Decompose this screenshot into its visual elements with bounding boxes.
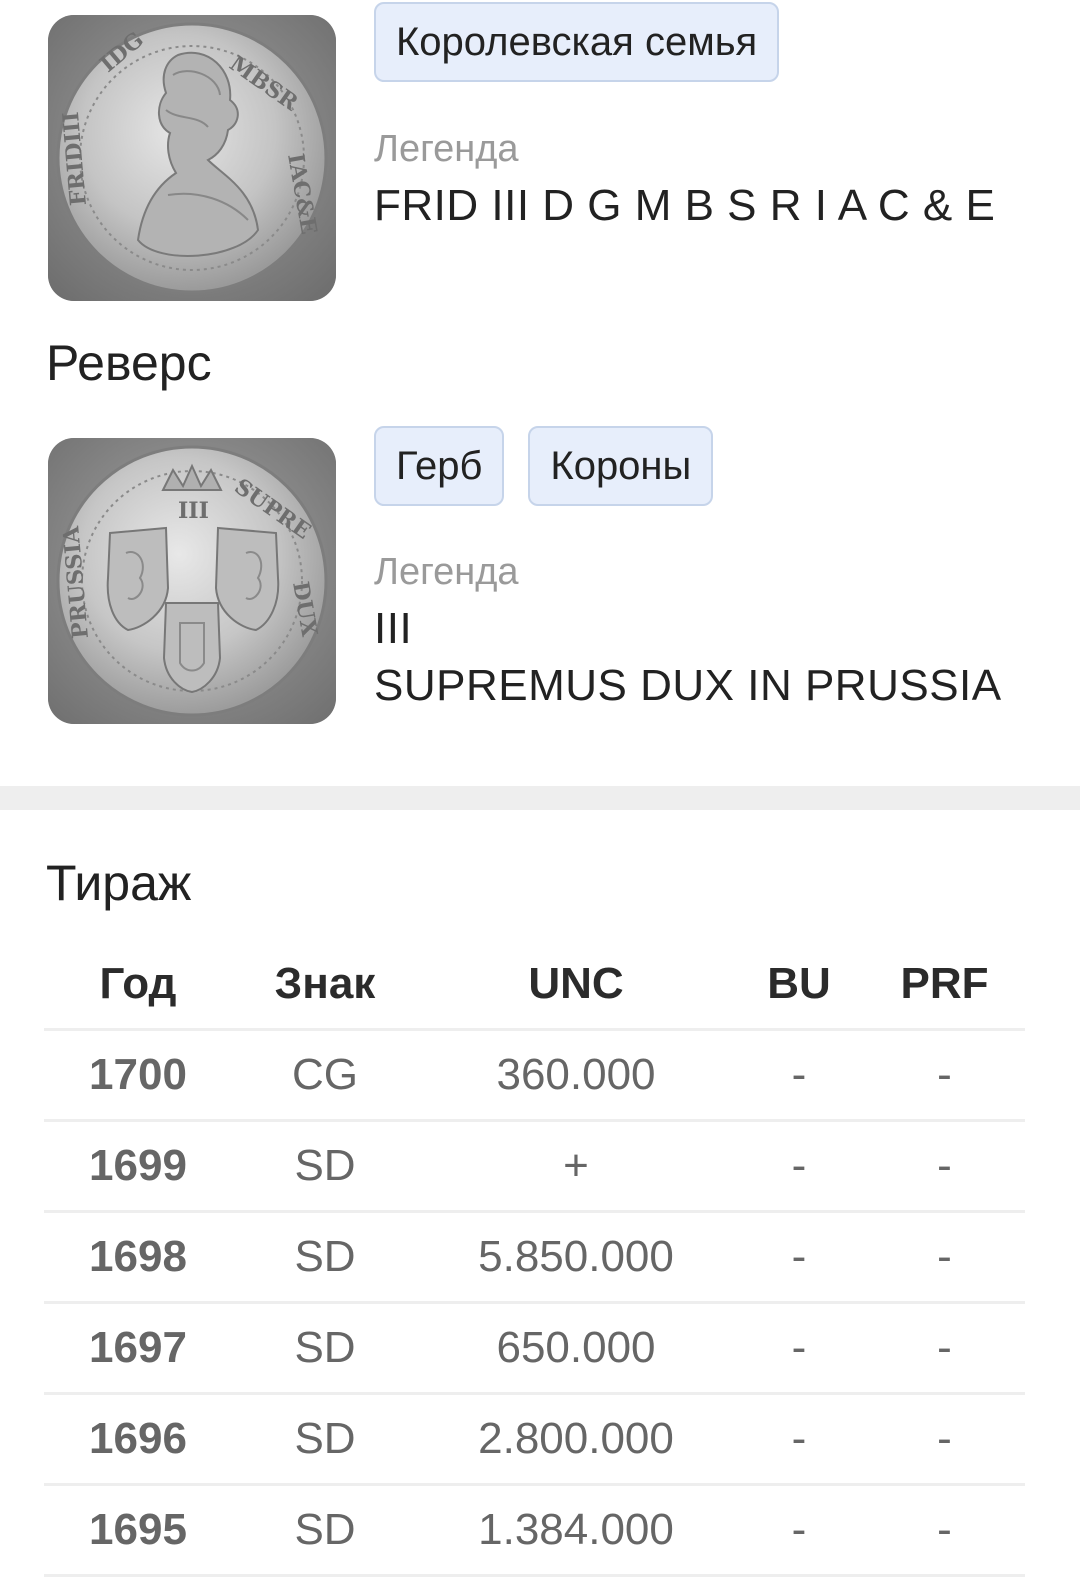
cell-bu: - [791,1232,807,1281]
reverse-legend-line: III [374,604,413,653]
cell-prf: - [937,1323,952,1372]
cell-year: 1695 [89,1505,187,1554]
column-header-year: Год [99,959,177,1008]
reverse-coin-image[interactable]: III SUPRE DUX PRUSSIA [48,438,336,724]
table-row: 1700 CG 360.000 - - [44,1031,1025,1122]
obverse-tag-list: Королевская семья [374,2,1040,82]
cell-year: 1700 [89,1050,187,1099]
cell-mint-mark: SD [294,1505,356,1554]
svg-text:III: III [178,498,209,524]
cell-unc: 1.384.000 [478,1505,674,1554]
mintage-table: Год Знак UNC BU PRF 1700 CG 360.000 - - 1699 SD + - -… [44,940,1025,1577]
cell-prf: - [937,1414,952,1463]
cell-bu: - [791,1050,807,1099]
table-row: 1699 SD + - - [44,1122,1025,1213]
cell-unc: 650.000 [496,1323,656,1372]
obverse-legend-text: FRID III D G M B S R I A C & E [374,177,1040,234]
cell-bu: - [791,1505,807,1554]
cell-bu: - [791,1323,807,1372]
cell-mint-mark: SD [294,1232,356,1281]
coin-detail-page: IDG MBSR IAC&E FRIDIII Королевская семья… [0,0,1080,1584]
cell-unc: 2.800.000 [478,1414,674,1463]
obverse-tag[interactable]: Королевская семья [374,2,780,82]
column-header-mint-mark: Знак [274,959,376,1008]
cell-unc: 5.850.000 [478,1232,674,1281]
column-header-prf: PRF [900,959,989,1008]
table-header-row: Год Знак UNC BU PRF [44,940,1025,1031]
cell-prf: - [937,1141,952,1190]
cell-prf: - [937,1050,952,1099]
reverse-legend-line: SUPREMUS DUX IN PRUSSIA [374,661,1002,710]
table-row: 1698 SD 5.850.000 - - [44,1213,1025,1304]
reverse-coin-picture: III SUPRE DUX PRUSSIA [48,438,336,724]
obverse-legend-line: FRID III D G M B S R I A C & E [374,181,996,230]
cell-mint-mark: SD [294,1141,356,1190]
reverse-tag[interactable]: Короны [528,426,714,506]
cell-mint-mark: CG [292,1050,358,1099]
table-row: 1697 SD 650.000 - - [44,1304,1025,1395]
table-body: 1700 CG 360.000 - - 1699 SD + - - 1698 SD 5.850.000 -… [44,1031,1025,1577]
cell-prf: - [937,1505,952,1554]
reverse-legend-text: III SUPREMUS DUX IN PRUSSIA [374,600,1040,714]
cell-prf: - [937,1232,952,1281]
mintage-section-title: Тираж [46,855,192,911]
cell-unc: 360.000 [496,1050,656,1099]
obverse-coin-image[interactable]: IDG MBSR IAC&E FRIDIII [48,15,336,301]
cell-bu: - [791,1414,807,1463]
obverse-legend-label: Легенда [374,128,519,170]
cell-year: 1697 [89,1323,187,1372]
reverse-tag[interactable]: Герб [374,426,505,506]
cell-bu: - [791,1141,807,1190]
reverse-section-title: Реверс [46,335,212,391]
table-row: 1695 SD 1.384.000 - - [44,1486,1025,1577]
cell-unc: + [563,1141,589,1190]
cell-year: 1698 [89,1232,187,1281]
reverse-tag-list: Герб Короны [374,426,1040,506]
cell-mint-mark: SD [294,1323,356,1372]
column-header-unc: UNC [528,959,624,1008]
cell-mint-mark: SD [294,1414,356,1463]
reverse-legend-label: Легенда [374,551,519,593]
table-row: 1696 SD 2.800.000 - - [44,1395,1025,1486]
cell-year: 1699 [89,1141,187,1190]
section-divider [0,786,1080,810]
obverse-info: Королевская семья Легенда FRID III D G M… [374,2,1040,234]
cell-year: 1696 [89,1414,187,1463]
reverse-info: Герб Короны Легенда III SUPREMUS DUX IN PR… [374,426,1040,714]
column-header-bu: BU [767,959,831,1008]
obverse-coin-picture: IDG MBSR IAC&E FRIDIII [48,15,336,301]
